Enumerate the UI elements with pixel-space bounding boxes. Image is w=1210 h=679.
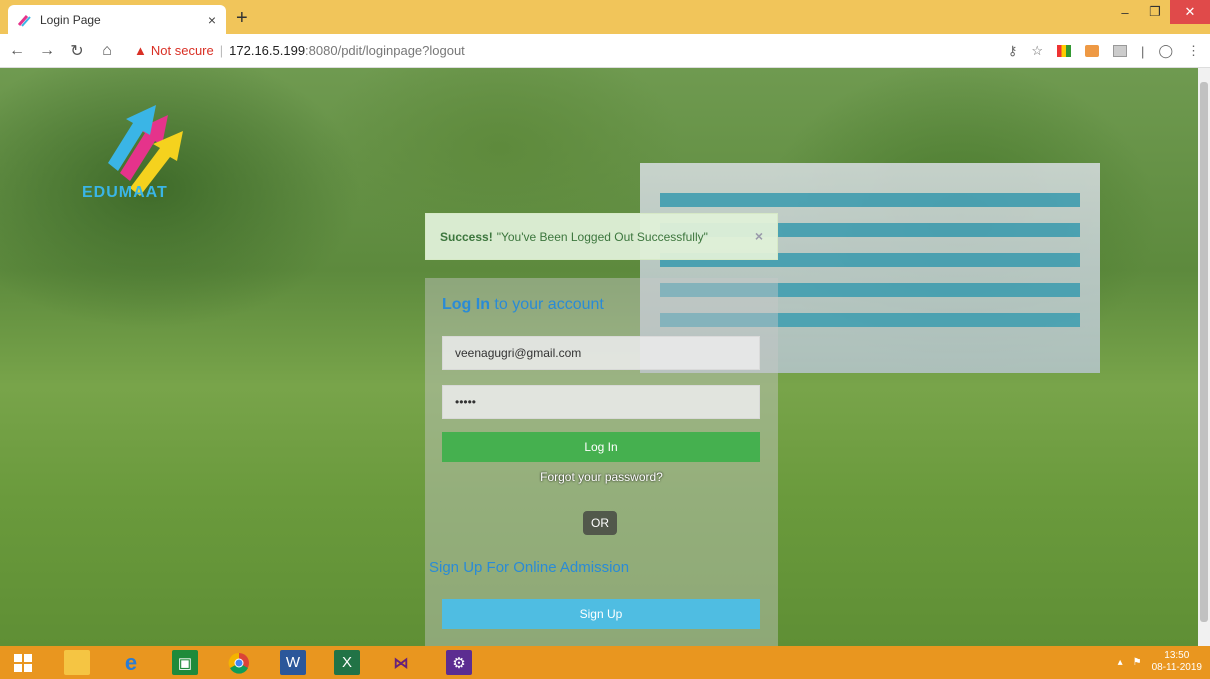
password-field[interactable] bbox=[442, 385, 760, 419]
reload-icon[interactable]: ↻ bbox=[64, 41, 90, 61]
url-host: 172.16.5.199 bbox=[229, 43, 306, 58]
windows-taskbar: e ▣ W X ⋈ ⚙ ▴ ⚑ 13:50 08-11-2019 bbox=[0, 646, 1210, 679]
browser-tab[interactable]: Login Page × bbox=[8, 5, 226, 34]
or-divider: OR bbox=[583, 511, 617, 535]
file-explorer-icon[interactable] bbox=[64, 650, 90, 675]
extension-icon[interactable] bbox=[1057, 45, 1072, 57]
tab-close-icon[interactable]: × bbox=[208, 12, 216, 28]
system-tray: ▴ ⚑ 13:50 08-11-2019 bbox=[1118, 650, 1202, 674]
login-title-rest: to your account bbox=[489, 296, 604, 313]
alert-close-icon[interactable]: × bbox=[755, 228, 763, 244]
word-icon[interactable]: W bbox=[280, 650, 306, 675]
visual-studio-icon[interactable]: ⋈ bbox=[388, 650, 414, 675]
menu-icon[interactable]: ⋮ bbox=[1187, 43, 1200, 59]
url-path: :8080/pdit/loginpage?logout bbox=[305, 43, 465, 58]
url-separator: | bbox=[219, 43, 224, 58]
clock-time: 13:50 bbox=[1164, 650, 1190, 661]
page-scrollbar[interactable] bbox=[1198, 68, 1210, 646]
login-button[interactable]: Log In bbox=[442, 432, 760, 462]
signup-button[interactable]: Sign Up bbox=[442, 599, 760, 629]
login-page: EDUMAAT Success! "You've Been Logged Out… bbox=[0, 68, 1198, 646]
bookmark-star-icon[interactable]: ☆ bbox=[1031, 43, 1043, 59]
url-field[interactable]: ▲ Not secure | 172.16.5.199 :8080/pdit/l… bbox=[134, 39, 465, 63]
alert-message: "You've Been Logged Out Successfully" bbox=[496, 229, 708, 244]
browser-tab-bar: Login Page × + – ❐ ✕ bbox=[0, 0, 1210, 34]
signup-online-admission-link[interactable]: Sign Up For Online Admission bbox=[429, 559, 629, 576]
settings-gear-icon[interactable]: ⚙ bbox=[446, 650, 472, 675]
warning-icon[interactable]: ▲ bbox=[134, 43, 147, 58]
login-title: Log In to your account bbox=[442, 296, 604, 314]
profile-icon[interactable]: ◯ bbox=[1158, 43, 1173, 59]
minimize-button[interactable]: – bbox=[1110, 0, 1140, 24]
close-window-button[interactable]: ✕ bbox=[1170, 0, 1210, 24]
excel-icon[interactable]: X bbox=[334, 650, 360, 675]
security-label[interactable]: Not secure bbox=[151, 43, 214, 58]
store-icon[interactable]: ▣ bbox=[172, 650, 198, 675]
success-alert: Success! "You've Been Logged Out Success… bbox=[425, 213, 778, 260]
back-icon[interactable]: ← bbox=[4, 42, 30, 60]
email-field[interactable] bbox=[442, 336, 760, 370]
logo-text: EDUMAAT bbox=[82, 184, 168, 201]
windows-start-icon[interactable] bbox=[10, 650, 36, 675]
alert-strong: Success! bbox=[440, 229, 493, 244]
action-center-flag-icon[interactable]: ⚑ bbox=[1133, 657, 1142, 668]
login-panel: Log In to your account Log In Forgot you… bbox=[425, 278, 778, 646]
scrollbar-thumb[interactable] bbox=[1200, 82, 1208, 622]
separator: | bbox=[1141, 43, 1145, 59]
home-icon[interactable]: ⌂ bbox=[94, 42, 120, 60]
address-bar: ← → ↻ ⌂ ▲ Not secure | 172.16.5.199 :808… bbox=[0, 34, 1210, 68]
forgot-password-link[interactable]: Forgot your password? bbox=[425, 470, 778, 484]
chrome-icon[interactable] bbox=[226, 650, 252, 675]
tray-expand-icon[interactable]: ▴ bbox=[1118, 657, 1123, 668]
toolbar-right: ⚷ ☆ | ◯ ⋮ bbox=[1008, 34, 1200, 68]
forward-icon[interactable]: → bbox=[34, 42, 60, 60]
new-tab-button[interactable]: + bbox=[236, 7, 248, 30]
clock-date: 08-11-2019 bbox=[1151, 662, 1202, 673]
internet-explorer-icon[interactable]: e bbox=[118, 650, 144, 675]
taskbar-clock[interactable]: 13:50 08-11-2019 bbox=[1152, 650, 1202, 674]
extension-icon[interactable] bbox=[1085, 45, 1100, 57]
page-favicon-icon bbox=[17, 13, 32, 27]
pdf-extension-icon[interactable] bbox=[1113, 45, 1128, 57]
tab-title: Login Page bbox=[40, 12, 101, 27]
window-controls: – ❐ ✕ bbox=[1110, 0, 1210, 24]
login-title-bold: Log In bbox=[442, 296, 490, 313]
key-icon[interactable]: ⚷ bbox=[1008, 43, 1018, 59]
maximize-button[interactable]: ❐ bbox=[1140, 0, 1170, 24]
